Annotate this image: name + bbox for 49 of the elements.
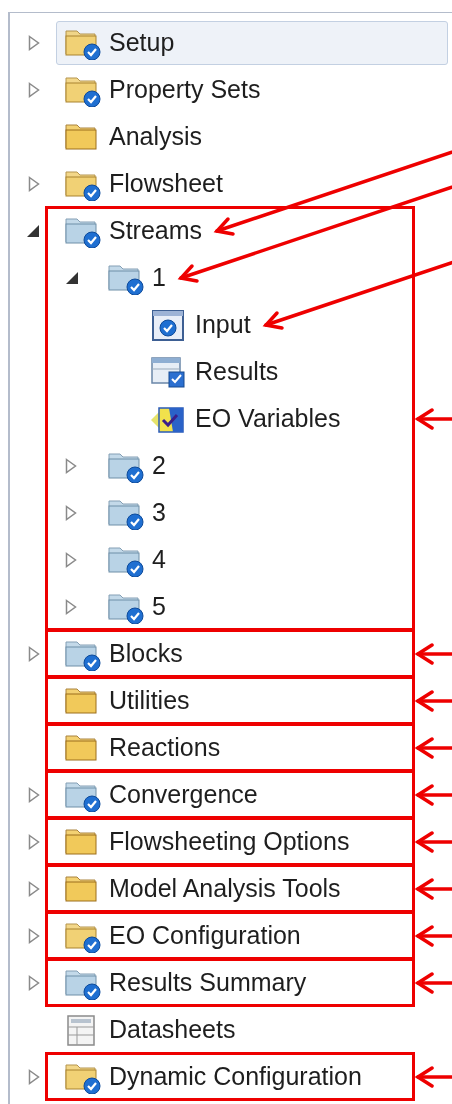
tree-item[interactable]: Analysis [56,114,212,159]
tree-item[interactable]: Flowsheeting Options [56,819,359,864]
annotation-arrow [415,735,452,760]
expand-arrow-icon[interactable] [28,786,40,803]
annotation-arrow [415,923,452,948]
tree-item[interactable]: Streams [56,208,212,253]
annotation-arrow [415,688,452,713]
expand-arrow-icon[interactable] [65,551,77,568]
tree-item[interactable]: Results Summary [56,960,316,1005]
tree-item[interactable]: Flowsheet [56,161,232,206]
expand-arrow-icon[interactable] [28,81,40,98]
tree-item[interactable]: Convergence [56,772,267,817]
expand-arrow-icon[interactable] [28,1068,40,1085]
annotation-arrow [415,782,452,807]
annotation-arrow [415,970,452,995]
annotation-arrow [415,406,452,431]
tree-item[interactable]: Dynamic Configuration [56,1054,371,1099]
expand-arrow-icon[interactable] [28,175,40,192]
tree-item[interactable]: Property Sets [56,67,270,112]
tree-item[interactable]: Setup [56,20,448,65]
collapse-arrow-icon[interactable] [26,223,40,238]
expand-arrow-icon[interactable] [28,645,40,662]
tree-item[interactable]: Utilities [56,678,199,723]
tree-item[interactable]: EO Variables [142,396,350,441]
expand-arrow-icon[interactable] [65,504,77,521]
expand-arrow-icon[interactable] [28,833,40,850]
annotation-arrow [415,1064,452,1089]
collapse-arrow-icon[interactable] [65,270,79,285]
tree-item[interactable]: 1 [99,255,175,300]
expand-arrow-icon[interactable] [28,974,40,991]
tree-item[interactable]: Datasheets [56,1007,245,1052]
expand-arrow-icon[interactable] [65,457,77,474]
expand-arrow-icon[interactable] [28,880,40,897]
expand-arrow-icon[interactable] [65,598,77,615]
expand-arrow-icon[interactable] [28,927,40,944]
tree-item[interactable]: 3 [99,490,175,535]
tree-item[interactable]: 5 [99,584,175,629]
annotation-arrow [415,641,452,666]
annotation-arrow [415,829,452,854]
annotation-arrow [415,876,452,901]
tree-item[interactable]: 2 [99,443,175,488]
tree-item[interactable]: Blocks [56,631,192,676]
tree-item[interactable]: Results [142,349,288,394]
tree-item[interactable]: Input [142,302,260,347]
expand-arrow-icon[interactable] [28,34,40,51]
tree-item[interactable]: 4 [99,537,175,582]
tree-item[interactable]: EO Configuration [56,913,310,958]
tree-item[interactable]: Reactions [56,725,230,770]
tree-item[interactable]: Model Analysis Tools [56,866,350,911]
